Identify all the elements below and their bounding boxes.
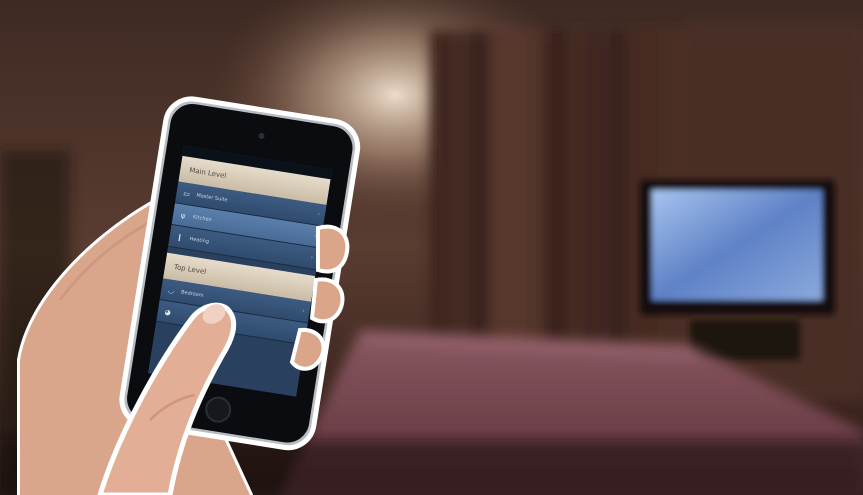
photo-scene: Main Level ▭ Master Suite › ψ Kitchen › … [0,0,863,495]
bear-icon: ◕ [164,308,172,317]
menu-row-label: Kitchen [192,214,212,224]
thermometer-icon: ❙ [176,233,184,242]
chevron-right-icon: › [298,329,302,337]
bathtub-icon: ◡ [167,286,175,296]
chevron-right-icon: › [310,254,314,262]
chevron-right-icon: › [317,210,321,219]
fork-icon: ψ [180,211,186,221]
menu-row-label: Heating [189,236,210,246]
hotel-room-background [0,0,863,495]
menu-row-label: Master Suite [195,192,228,204]
chevron-right-icon: › [313,232,318,240]
menu-row-label: Bedroom [180,289,204,299]
tv-screen [652,190,822,300]
chevron-right-icon: › [301,307,306,315]
bed-icon: ▭ [182,189,191,199]
